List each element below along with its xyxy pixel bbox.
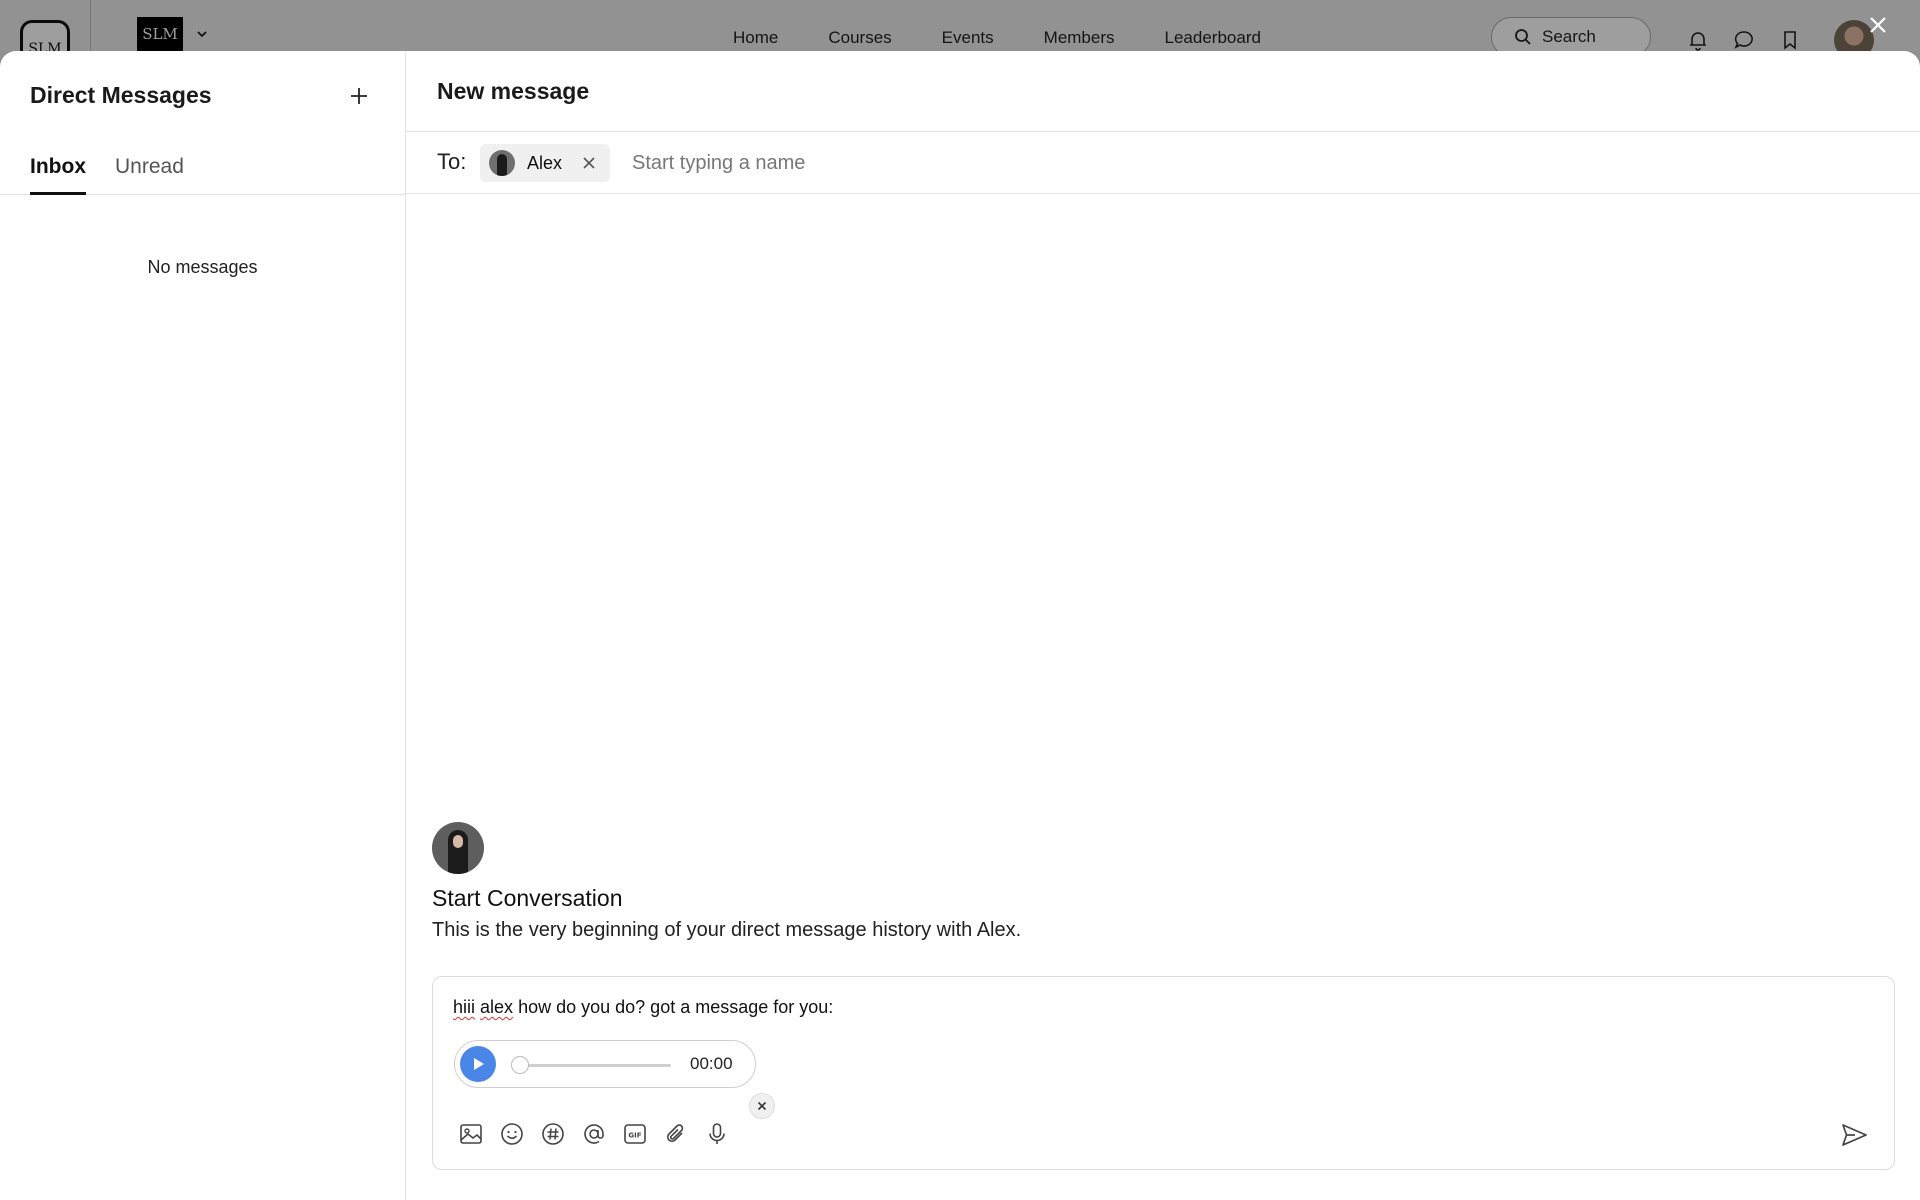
audio-attachment: 00:00 bbox=[454, 1040, 775, 1119]
recipient-search-input[interactable] bbox=[630, 145, 1334, 181]
image-icon bbox=[460, 1124, 482, 1144]
direct-messages-modal: Direct Messages Inbox Unread No messages… bbox=[0, 51, 1920, 1200]
conversation-panel: New message To: Alex Start Conversation … bbox=[406, 51, 1920, 1200]
brand-logo[interactable]: SLM bbox=[137, 17, 183, 51]
close-icon bbox=[1870, 17, 1886, 33]
remove-recipient-icon[interactable] bbox=[582, 156, 596, 170]
nav-leaderboard[interactable]: Leaderboard bbox=[1165, 28, 1261, 48]
audio-play-button[interactable] bbox=[460, 1046, 496, 1082]
image-upload-button[interactable] bbox=[457, 1120, 485, 1148]
nav-events[interactable]: Events bbox=[942, 28, 994, 48]
conversation-header: New message bbox=[406, 51, 1920, 132]
nav-members[interactable]: Members bbox=[1044, 28, 1115, 48]
topbar-actions bbox=[1686, 28, 1802, 52]
sidebar-tabs: Inbox Unread bbox=[0, 151, 405, 195]
to-label: To: bbox=[437, 149, 467, 174]
at-mention-icon bbox=[584, 1124, 604, 1144]
conversation-title: Start Conversation bbox=[432, 885, 623, 911]
gif-button[interactable]: GIF bbox=[621, 1120, 649, 1148]
svg-text:GIF: GIF bbox=[628, 1132, 641, 1140]
bookmark-icon[interactable] bbox=[1778, 28, 1802, 52]
remove-audio-button[interactable] bbox=[749, 1093, 775, 1119]
topbar-divider bbox=[90, 0, 91, 51]
paperclip-icon bbox=[666, 1124, 684, 1143]
voice-record-button[interactable] bbox=[703, 1120, 731, 1148]
bell-icon[interactable] bbox=[1686, 28, 1710, 52]
tab-unread[interactable]: Unread bbox=[115, 155, 184, 179]
avatar-face bbox=[453, 835, 463, 848]
audio-seek-handle[interactable] bbox=[511, 1056, 529, 1074]
message-text[interactable]: hiii alex how do you do? got a message f… bbox=[453, 997, 833, 1018]
send-icon[interactable] bbox=[1839, 1120, 1869, 1150]
hashtag-icon bbox=[542, 1123, 564, 1145]
close-icon bbox=[757, 1101, 767, 1111]
close-modal-button[interactable] bbox=[1864, 11, 1892, 39]
chevron-down-icon[interactable] bbox=[196, 28, 208, 40]
top-navigation-bar: SLM SLM Home Courses Events Members Lead… bbox=[0, 0, 1920, 62]
hashtag-button[interactable] bbox=[539, 1120, 567, 1148]
main-nav: Home Courses Events Members Leaderboard bbox=[733, 28, 1311, 48]
nav-courses[interactable]: Courses bbox=[828, 28, 891, 48]
mention-button[interactable] bbox=[580, 1120, 608, 1148]
audio-seek-track[interactable] bbox=[511, 1064, 671, 1067]
tab-inbox[interactable]: Inbox bbox=[30, 155, 86, 195]
brand-logo-text: SLM bbox=[142, 25, 178, 43]
empty-state-text: No messages bbox=[147, 257, 258, 277]
message-composer[interactable]: hiii alex how do you do? got a message f… bbox=[432, 976, 1895, 1170]
recipient-row: To: Alex bbox=[406, 132, 1920, 194]
search-icon bbox=[1515, 29, 1531, 45]
nav-home[interactable]: Home bbox=[733, 28, 778, 48]
composer-toolbar: GIF bbox=[457, 1120, 731, 1148]
recipient-name: Alex bbox=[527, 152, 563, 173]
play-icon bbox=[474, 1058, 484, 1070]
emoji-icon bbox=[501, 1123, 523, 1145]
sidebar-title: Direct Messages bbox=[30, 82, 212, 108]
attach-file-button[interactable] bbox=[662, 1120, 690, 1148]
conversation-avatar bbox=[432, 822, 484, 874]
conversations-sidebar: Direct Messages Inbox Unread No messages bbox=[0, 51, 406, 1200]
recipient-avatar bbox=[489, 150, 515, 176]
message-word-1: hiii bbox=[453, 997, 476, 1017]
search-label: Search bbox=[1542, 27, 1596, 46]
new-message-plus-icon[interactable] bbox=[346, 83, 372, 109]
conversation-subtitle: This is the very beginning of your direc… bbox=[432, 919, 1022, 941]
microphone-icon bbox=[709, 1123, 725, 1144]
chat-bubble-icon[interactable] bbox=[1732, 28, 1756, 52]
emoji-button[interactable] bbox=[498, 1120, 526, 1148]
message-word-2: alex bbox=[480, 997, 514, 1017]
message-text-rest: how do you do? got a message for you: bbox=[518, 997, 834, 1017]
audio-duration: 00:00 bbox=[690, 1054, 733, 1073]
page-title: New message bbox=[437, 78, 590, 104]
recipient-chip: Alex bbox=[480, 144, 610, 182]
gif-icon: GIF bbox=[624, 1124, 646, 1144]
